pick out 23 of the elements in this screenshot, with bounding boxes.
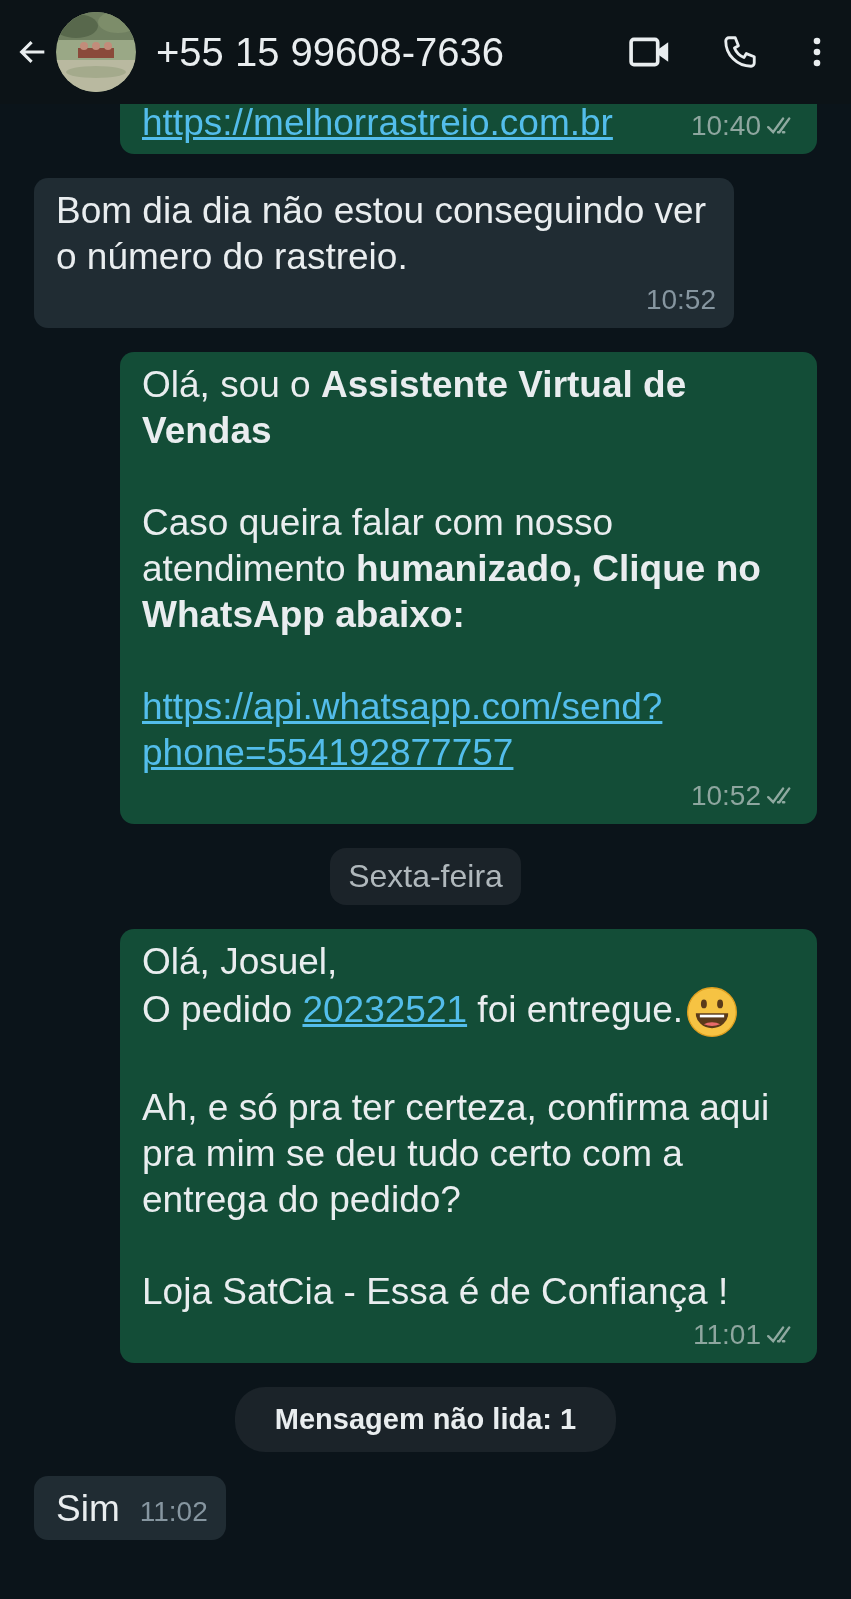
unread-divider: Mensagem não lida: 1 bbox=[234, 1387, 617, 1452]
message-text: Bom dia dia não estou conseguindo ver o número do rastreio. bbox=[56, 189, 707, 279]
message-time: 10:52 bbox=[645, 283, 716, 317]
more-options-icon[interactable] bbox=[813, 36, 821, 68]
message-time: 11:01 bbox=[693, 1318, 761, 1352]
message-text: Caso queira falar com nosso atendimento humanizado, Clique no WhatsApp abaixo: bbox=[142, 501, 762, 637]
contact-name[interactable]: +55 15 99608-7636 bbox=[156, 29, 505, 75]
video-call-icon[interactable] bbox=[629, 36, 671, 68]
smiley-icon bbox=[685, 985, 740, 1039]
message-text: Sim bbox=[56, 1487, 120, 1531]
message-text: Olá, sou o Assistente Virtual de Vendas bbox=[142, 363, 688, 453]
message-link[interactable]: https://api.whatsapp.com/send?phone=554192877757 bbox=[142, 684, 670, 776]
message-text: O pedido 20232521 foi entregue. bbox=[142, 985, 799, 1039]
date-divider: Sexta-feira bbox=[330, 848, 521, 905]
message-text: Loja SatCia - Essa é de Confiança ! bbox=[142, 1270, 730, 1314]
phone-icon[interactable] bbox=[721, 33, 759, 71]
message-time: 10:40 bbox=[690, 109, 761, 143]
message-time: 11:02 bbox=[139, 1495, 208, 1529]
message-link[interactable]: https://melhorrastreio.com.br bbox=[142, 104, 613, 146]
message-text: Ah, e só pra ter certeza, confirma aqui pra mim se deu tudo certo com a entrega do pedido? bbox=[142, 1086, 771, 1222]
message-text: Olá, Josuel, bbox=[142, 940, 339, 984]
message-time: 10:52 bbox=[690, 779, 761, 813]
message-link[interactable]: 20232521 bbox=[302, 988, 468, 1030]
